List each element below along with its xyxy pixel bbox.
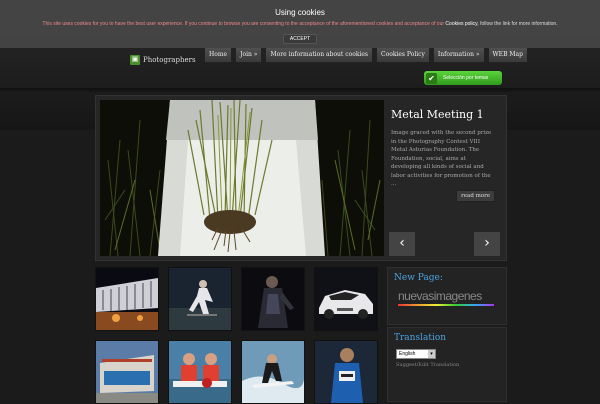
thumbnail-runner[interactable]	[314, 340, 378, 404]
translation-widget: Translation English ▾ Suggest/Edit Trans…	[387, 327, 507, 402]
thumbnail-white-car[interactable]	[314, 267, 378, 331]
slider-prev-button[interactable]: ‹	[389, 232, 415, 256]
logo-text: Photographers	[143, 55, 196, 64]
cookie-policy-link[interactable]: Cookies policy	[445, 21, 477, 27]
nav-more-info-cookies[interactable]: More information about cookies	[265, 47, 374, 63]
thumbnail-portrait-dark[interactable]	[241, 267, 305, 331]
cookie-banner: Using cookies This site uses cookies for…	[0, 0, 600, 48]
cookie-title: Using cookies	[275, 8, 325, 17]
cookie-message: This site uses cookies for you to have t…	[0, 21, 600, 27]
thumbnail-skater[interactable]	[168, 267, 232, 331]
featured-slider: Metal Meeting 1 Image graced with the se…	[95, 95, 507, 261]
slide-image[interactable]	[100, 100, 384, 256]
language-selected: English	[399, 351, 416, 357]
nav-information[interactable]: Information »	[432, 47, 485, 63]
slide-description: Image graced with the second prize in th…	[391, 130, 492, 187]
cookie-text: This site uses cookies for you to have t…	[42, 21, 445, 27]
thumbnail-grid	[95, 267, 379, 404]
camera-icon: ▣	[130, 54, 140, 65]
thumbnail-pavilion[interactable]	[95, 340, 159, 404]
thumbnail-surfer[interactable]	[241, 340, 305, 404]
cookie-text-tail: , follow the link for more information.	[477, 21, 558, 27]
slide-title[interactable]: Metal Meeting 1	[391, 108, 499, 121]
theme-selection-button[interactable]: ✔ Selección por temas	[424, 71, 502, 85]
edit-translation-link[interactable]: Suggest/Edit Translation	[396, 362, 506, 368]
slide-photo	[100, 100, 384, 256]
main-nav: Home Join » More information about cooki…	[204, 47, 528, 63]
nuevas-imagenes-banner[interactable]: nuevasimagenes	[398, 289, 506, 303]
check-icon: ✔	[426, 72, 437, 84]
new-page-title: New Page:	[394, 273, 443, 283]
slider-next-button[interactable]: ›	[474, 232, 500, 256]
translation-title: Translation	[394, 333, 447, 343]
new-page-widget: New Page: nuevasimagenes	[387, 267, 507, 325]
cookie-accept-button[interactable]: ACCEPT	[282, 34, 318, 44]
read-more-button[interactable]: read more	[456, 190, 495, 202]
nav-web-map[interactable]: WEB Map	[487, 47, 528, 63]
site-logo[interactable]: ▣ Photographers	[130, 54, 196, 65]
nav-home[interactable]: Home	[204, 47, 233, 63]
slide-caption-panel: Metal Meeting 1 Image graced with the se…	[389, 100, 499, 224]
header-divider	[0, 88, 600, 94]
nav-join[interactable]: Join »	[235, 47, 263, 63]
theme-selection-label: Selección por temas	[443, 75, 489, 81]
thumbnail-building-night[interactable]	[95, 267, 159, 331]
chevron-down-icon: ▾	[428, 350, 435, 358]
banner-stripe	[398, 304, 494, 306]
language-select[interactable]: English ▾	[396, 349, 436, 359]
thumbnail-kayakers[interactable]	[168, 340, 232, 404]
nav-cookies-policy[interactable]: Cookies Policy	[376, 47, 430, 63]
